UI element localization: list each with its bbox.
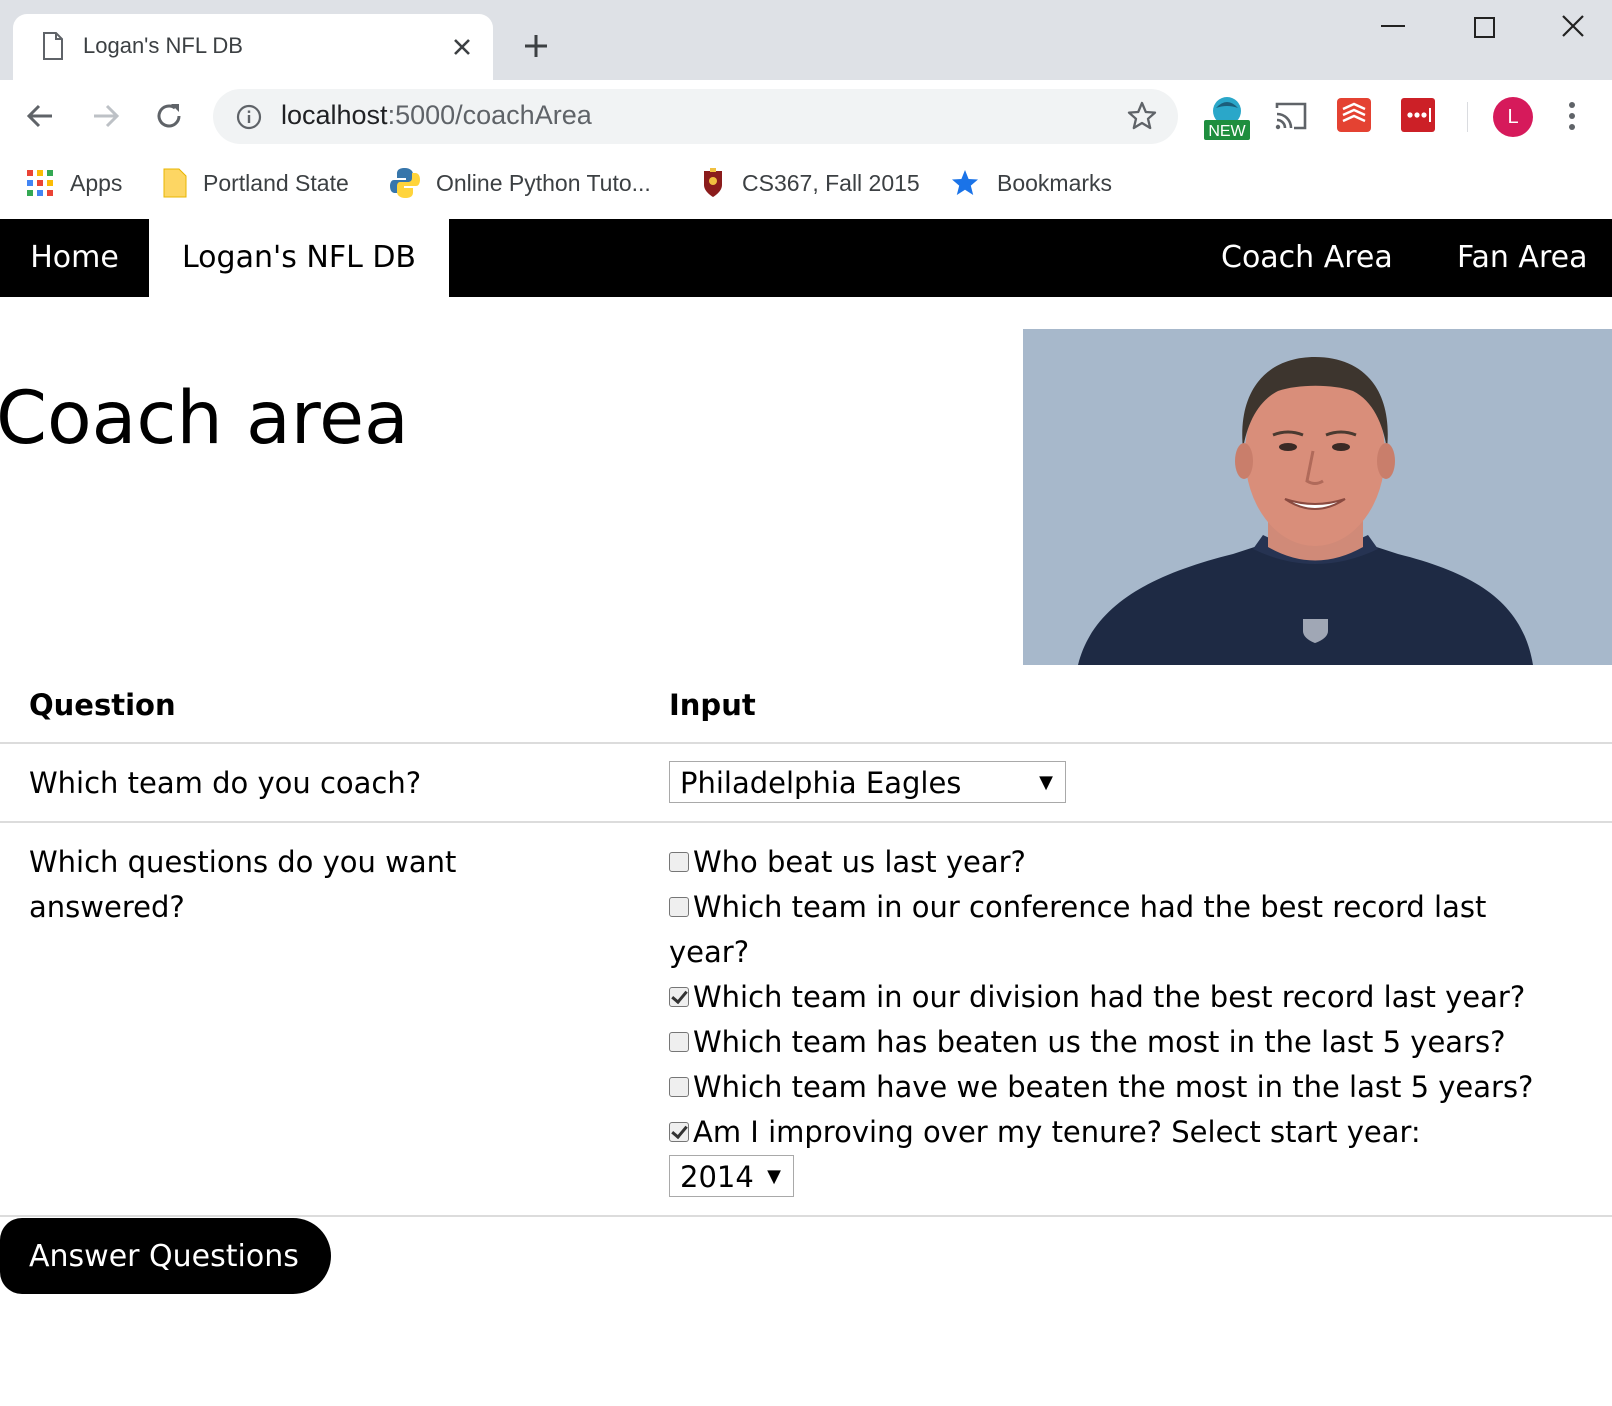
dropdown-arrow-icon: ▼ [767,1166,781,1187]
browser-toolbar: localhost:5000/coachArea NEW L [0,80,1612,152]
option-label: year? [669,935,750,969]
forward-arrow-icon[interactable] [88,99,122,133]
nav-home[interactable]: Home [0,219,149,297]
tab-title: Logan's NFL DB [83,33,243,58]
option-label: Which team in our conference had the bes… [693,890,1487,924]
page-title: Coach area [0,376,409,461]
back-arrow-icon[interactable] [24,99,58,133]
bookmark-label: Online Python Tuto... [436,169,651,196]
nav-brand[interactable]: Logan's NFL DB [149,219,449,297]
question-team: Which team do you coach? [29,766,422,800]
checkbox[interactable] [669,1122,689,1142]
table-divider [0,1215,1612,1217]
start-year-value: 2014 [680,1160,754,1194]
nav-fan-area[interactable]: Fan Area [1457,219,1587,297]
nav-coach-area[interactable]: Coach Area [1221,219,1393,297]
maximize-icon[interactable] [1474,17,1495,38]
minimize-icon[interactable] [1381,25,1405,27]
question-line: Which questions do you want [29,845,457,879]
option-row[interactable]: Which team in our conference had the bes… [669,885,1589,930]
question-line: answered? [29,890,185,924]
bookmark-python-tutor[interactable]: Online Python Tuto... [388,166,651,200]
address-bar[interactable]: localhost:5000/coachArea [213,89,1178,144]
bookmarks-bar: Apps Portland State Online Python Tuto..… [0,152,1612,214]
answer-questions-button[interactable]: Answer Questions [0,1218,331,1294]
new-tab-icon[interactable] [522,32,550,60]
menu-dots-icon[interactable] [1567,99,1577,133]
option-label: Which team have we beaten the most in th… [693,1070,1534,1104]
extension-new-icon[interactable]: NEW [1202,94,1252,142]
cast-icon[interactable] [1274,100,1308,132]
python-icon [390,168,420,198]
header-question: Question [29,688,176,722]
browser-tab[interactable]: Logan's NFL DB [13,14,493,80]
bookmark-label: CS367, Fall 2015 [742,169,920,196]
close-tab-icon[interactable] [449,34,475,60]
bookmark-label: Portland State [203,169,349,196]
bookmark-cs367[interactable]: CS367, Fall 2015 [702,166,920,200]
bookmark-label: Apps [70,169,123,196]
bookmark-bookmarks[interactable]: Bookmarks [951,166,1112,200]
todoist-icon[interactable] [1337,98,1371,132]
checkbox[interactable] [669,1032,689,1052]
option-row[interactable]: Which team in our division had the best … [669,975,1589,1020]
option-label: Which team has beaten us the most in the… [693,1025,1506,1059]
option-row[interactable]: Am I improving over my tenure? Select st… [669,1110,1589,1155]
toolbar-divider [1467,102,1468,132]
reload-icon[interactable] [152,99,186,133]
folder-icon [163,168,187,198]
team-select-value: Philadelphia Eagles [680,766,962,800]
option-row[interactable]: Which team has beaten us the most in the… [669,1020,1589,1065]
checkbox[interactable] [669,852,689,872]
start-year-select[interactable]: 2014 ▼ [669,1155,794,1197]
bookmark-apps[interactable]: Apps [26,166,122,200]
site-navbar: Home Logan's NFL DB Coach Area Fan Area [0,219,1612,297]
checkbox[interactable] [669,987,689,1007]
table-divider [0,742,1612,744]
option-row[interactable]: Which team have we beaten the most in th… [669,1065,1589,1110]
new-badge-text: NEW [1208,123,1246,140]
option-label: Which team in our division had the best … [693,980,1526,1014]
checkbox[interactable] [669,897,689,917]
option-row[interactable]: Who beat us last year? [669,840,1589,885]
dropdown-arrow-icon: ▼ [1039,772,1053,793]
table-divider [0,821,1612,823]
star-icon [952,170,978,195]
question-which-questions: Which questions do you want answered? [29,840,456,930]
question-options: Who beat us last year? Which team in our… [669,840,1589,1155]
site-info-icon[interactable] [235,103,263,131]
bookmark-portland-state[interactable]: Portland State [163,166,349,200]
shield-crest-icon [704,168,722,197]
tab-strip: Logan's NFL DB [0,0,1612,80]
option-row-continued: year? [669,930,1589,975]
page-icon [43,32,63,60]
lastpass-icon[interactable] [1401,98,1435,132]
checkbox[interactable] [669,1077,689,1097]
coach-portrait-image [1023,329,1612,665]
url-text: localhost:5000/coachArea [281,100,592,130]
bookmark-star-icon[interactable] [1126,100,1158,132]
option-label: Am I improving over my tenure? Select st… [693,1115,1421,1149]
bookmark-label: Bookmarks [997,169,1113,196]
option-label: Who beat us last year? [693,845,1026,879]
apps-grid-icon [27,170,53,196]
window-close-icon[interactable] [1561,14,1585,38]
header-input: Input [669,688,756,722]
profile-avatar[interactable]: L [1493,97,1533,137]
team-select[interactable]: Philadelphia Eagles ▼ [669,761,1066,803]
